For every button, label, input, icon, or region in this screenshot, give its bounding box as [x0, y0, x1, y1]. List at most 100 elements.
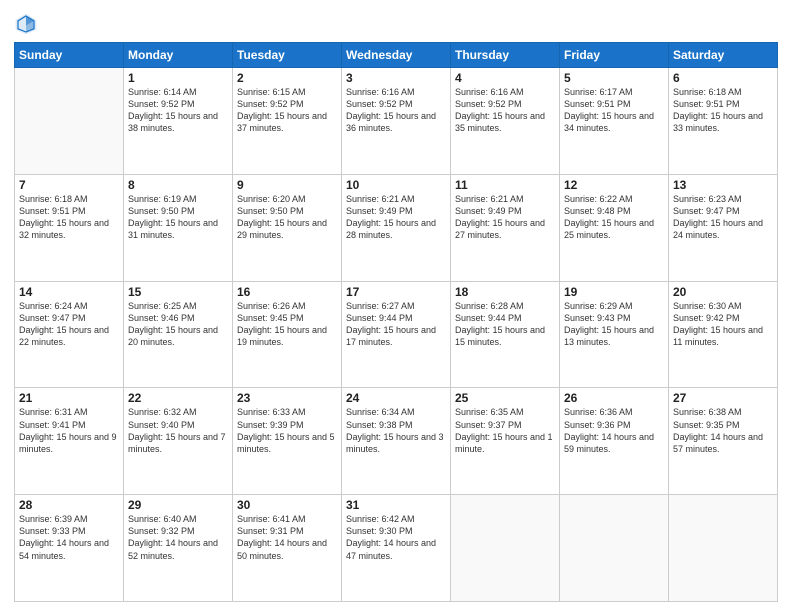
cell-info: Sunrise: 6:32 AM Sunset: 9:40 PM Dayligh…: [128, 406, 228, 455]
calendar-cell: 12Sunrise: 6:22 AM Sunset: 9:48 PM Dayli…: [560, 174, 669, 281]
day-number: 3: [346, 71, 446, 85]
day-number: 23: [237, 391, 337, 405]
calendar-cell: 15Sunrise: 6:25 AM Sunset: 9:46 PM Dayli…: [124, 281, 233, 388]
calendar-cell: 18Sunrise: 6:28 AM Sunset: 9:44 PM Dayli…: [451, 281, 560, 388]
cell-info: Sunrise: 6:41 AM Sunset: 9:31 PM Dayligh…: [237, 513, 337, 562]
calendar-cell: 19Sunrise: 6:29 AM Sunset: 9:43 PM Dayli…: [560, 281, 669, 388]
cell-info: Sunrise: 6:16 AM Sunset: 9:52 PM Dayligh…: [455, 86, 555, 135]
calendar-cell: 10Sunrise: 6:21 AM Sunset: 9:49 PM Dayli…: [342, 174, 451, 281]
day-number: 29: [128, 498, 228, 512]
cell-info: Sunrise: 6:34 AM Sunset: 9:38 PM Dayligh…: [346, 406, 446, 455]
cell-info: Sunrise: 6:21 AM Sunset: 9:49 PM Dayligh…: [455, 193, 555, 242]
cell-info: Sunrise: 6:14 AM Sunset: 9:52 PM Dayligh…: [128, 86, 228, 135]
day-number: 9: [237, 178, 337, 192]
cell-info: Sunrise: 6:29 AM Sunset: 9:43 PM Dayligh…: [564, 300, 664, 349]
day-number: 27: [673, 391, 773, 405]
cell-info: Sunrise: 6:28 AM Sunset: 9:44 PM Dayligh…: [455, 300, 555, 349]
day-number: 20: [673, 285, 773, 299]
day-number: 5: [564, 71, 664, 85]
cell-info: Sunrise: 6:40 AM Sunset: 9:32 PM Dayligh…: [128, 513, 228, 562]
cell-info: Sunrise: 6:17 AM Sunset: 9:51 PM Dayligh…: [564, 86, 664, 135]
calendar-cell: 28Sunrise: 6:39 AM Sunset: 9:33 PM Dayli…: [15, 495, 124, 602]
calendar-cell: [669, 495, 778, 602]
cell-info: Sunrise: 6:38 AM Sunset: 9:35 PM Dayligh…: [673, 406, 773, 455]
day-number: 16: [237, 285, 337, 299]
calendar-cell: 24Sunrise: 6:34 AM Sunset: 9:38 PM Dayli…: [342, 388, 451, 495]
day-number: 14: [19, 285, 119, 299]
calendar-cell: 22Sunrise: 6:32 AM Sunset: 9:40 PM Dayli…: [124, 388, 233, 495]
day-number: 22: [128, 391, 228, 405]
cell-info: Sunrise: 6:18 AM Sunset: 9:51 PM Dayligh…: [19, 193, 119, 242]
day-number: 18: [455, 285, 555, 299]
calendar-cell: 30Sunrise: 6:41 AM Sunset: 9:31 PM Dayli…: [233, 495, 342, 602]
calendar-header-thursday: Thursday: [451, 43, 560, 68]
cell-info: Sunrise: 6:36 AM Sunset: 9:36 PM Dayligh…: [564, 406, 664, 455]
calendar-cell: 14Sunrise: 6:24 AM Sunset: 9:47 PM Dayli…: [15, 281, 124, 388]
cell-info: Sunrise: 6:31 AM Sunset: 9:41 PM Dayligh…: [19, 406, 119, 455]
calendar-cell: [451, 495, 560, 602]
day-number: 12: [564, 178, 664, 192]
day-number: 1: [128, 71, 228, 85]
cell-info: Sunrise: 6:26 AM Sunset: 9:45 PM Dayligh…: [237, 300, 337, 349]
calendar-cell: 16Sunrise: 6:26 AM Sunset: 9:45 PM Dayli…: [233, 281, 342, 388]
calendar-header-saturday: Saturday: [669, 43, 778, 68]
cell-info: Sunrise: 6:39 AM Sunset: 9:33 PM Dayligh…: [19, 513, 119, 562]
calendar-cell: 6Sunrise: 6:18 AM Sunset: 9:51 PM Daylig…: [669, 68, 778, 175]
cell-info: Sunrise: 6:16 AM Sunset: 9:52 PM Dayligh…: [346, 86, 446, 135]
calendar-week-5: 28Sunrise: 6:39 AM Sunset: 9:33 PM Dayli…: [15, 495, 778, 602]
calendar-week-4: 21Sunrise: 6:31 AM Sunset: 9:41 PM Dayli…: [15, 388, 778, 495]
calendar-week-1: 1Sunrise: 6:14 AM Sunset: 9:52 PM Daylig…: [15, 68, 778, 175]
calendar-cell: 3Sunrise: 6:16 AM Sunset: 9:52 PM Daylig…: [342, 68, 451, 175]
day-number: 2: [237, 71, 337, 85]
calendar-header-sunday: Sunday: [15, 43, 124, 68]
calendar-cell: 25Sunrise: 6:35 AM Sunset: 9:37 PM Dayli…: [451, 388, 560, 495]
day-number: 24: [346, 391, 446, 405]
calendar-cell: 31Sunrise: 6:42 AM Sunset: 9:30 PM Dayli…: [342, 495, 451, 602]
calendar-cell: 29Sunrise: 6:40 AM Sunset: 9:32 PM Dayli…: [124, 495, 233, 602]
day-number: 31: [346, 498, 446, 512]
calendar-cell: 17Sunrise: 6:27 AM Sunset: 9:44 PM Dayli…: [342, 281, 451, 388]
day-number: 10: [346, 178, 446, 192]
page: SundayMondayTuesdayWednesdayThursdayFrid…: [0, 0, 792, 612]
calendar-cell: 13Sunrise: 6:23 AM Sunset: 9:47 PM Dayli…: [669, 174, 778, 281]
header: [14, 10, 778, 36]
calendar-week-2: 7Sunrise: 6:18 AM Sunset: 9:51 PM Daylig…: [15, 174, 778, 281]
day-number: 13: [673, 178, 773, 192]
calendar-header-friday: Friday: [560, 43, 669, 68]
cell-info: Sunrise: 6:19 AM Sunset: 9:50 PM Dayligh…: [128, 193, 228, 242]
cell-info: Sunrise: 6:21 AM Sunset: 9:49 PM Dayligh…: [346, 193, 446, 242]
cell-info: Sunrise: 6:18 AM Sunset: 9:51 PM Dayligh…: [673, 86, 773, 135]
day-number: 7: [19, 178, 119, 192]
cell-info: Sunrise: 6:25 AM Sunset: 9:46 PM Dayligh…: [128, 300, 228, 349]
calendar-header-row: SundayMondayTuesdayWednesdayThursdayFrid…: [15, 43, 778, 68]
cell-info: Sunrise: 6:23 AM Sunset: 9:47 PM Dayligh…: [673, 193, 773, 242]
day-number: 25: [455, 391, 555, 405]
day-number: 6: [673, 71, 773, 85]
calendar-cell: 8Sunrise: 6:19 AM Sunset: 9:50 PM Daylig…: [124, 174, 233, 281]
day-number: 28: [19, 498, 119, 512]
logo-icon: [14, 12, 38, 36]
calendar-cell: 27Sunrise: 6:38 AM Sunset: 9:35 PM Dayli…: [669, 388, 778, 495]
day-number: 4: [455, 71, 555, 85]
calendar-cell: 20Sunrise: 6:30 AM Sunset: 9:42 PM Dayli…: [669, 281, 778, 388]
calendar-cell: 4Sunrise: 6:16 AM Sunset: 9:52 PM Daylig…: [451, 68, 560, 175]
calendar-header-monday: Monday: [124, 43, 233, 68]
cell-info: Sunrise: 6:24 AM Sunset: 9:47 PM Dayligh…: [19, 300, 119, 349]
calendar-cell: 21Sunrise: 6:31 AM Sunset: 9:41 PM Dayli…: [15, 388, 124, 495]
cell-info: Sunrise: 6:27 AM Sunset: 9:44 PM Dayligh…: [346, 300, 446, 349]
day-number: 30: [237, 498, 337, 512]
day-number: 11: [455, 178, 555, 192]
day-number: 17: [346, 285, 446, 299]
day-number: 26: [564, 391, 664, 405]
cell-info: Sunrise: 6:30 AM Sunset: 9:42 PM Dayligh…: [673, 300, 773, 349]
day-number: 21: [19, 391, 119, 405]
day-number: 15: [128, 285, 228, 299]
cell-info: Sunrise: 6:33 AM Sunset: 9:39 PM Dayligh…: [237, 406, 337, 455]
calendar-cell: 23Sunrise: 6:33 AM Sunset: 9:39 PM Dayli…: [233, 388, 342, 495]
cell-info: Sunrise: 6:35 AM Sunset: 9:37 PM Dayligh…: [455, 406, 555, 455]
calendar-header-tuesday: Tuesday: [233, 43, 342, 68]
day-number: 19: [564, 285, 664, 299]
calendar-cell: [15, 68, 124, 175]
calendar-cell: 11Sunrise: 6:21 AM Sunset: 9:49 PM Dayli…: [451, 174, 560, 281]
logo: [14, 14, 40, 36]
